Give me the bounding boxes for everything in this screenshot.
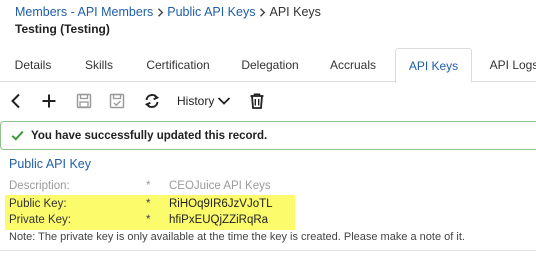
breadcrumb: Members - API Members Public API Keys AP… xyxy=(15,4,321,20)
alert-message: You have successfully updated this recor… xyxy=(31,129,268,142)
save-and-close-icon[interactable] xyxy=(108,91,126,111)
refresh-icon[interactable] xyxy=(142,91,162,111)
chevron-right-icon xyxy=(153,5,167,19)
private-key-row: Private Key: * hfiPxEUQjZZiRqRa xyxy=(9,212,268,228)
public-key-row: Public Key: * RiHOq9IR6JzVJoTL xyxy=(9,196,273,212)
breadcrumb-link-public-api-keys[interactable]: Public API Keys xyxy=(167,5,255,19)
tab-api-keys[interactable]: API Keys xyxy=(395,48,472,83)
chevron-right-icon xyxy=(255,5,269,19)
history-label: History xyxy=(177,94,215,108)
tab-bar: Details Skills Certification Delegation … xyxy=(0,48,536,83)
description-value: CEOJuice API Keys xyxy=(169,180,271,192)
private-key-note: Note: The private key is only available … xyxy=(9,231,465,243)
toolbar: History xyxy=(0,86,536,116)
public-key-label: Public Key: xyxy=(9,198,67,210)
record-title: Testing (Testing) xyxy=(15,22,110,36)
history-dropdown[interactable]: History xyxy=(177,91,231,111)
tab-delegation[interactable]: Delegation xyxy=(234,48,306,82)
add-icon[interactable] xyxy=(40,91,58,111)
private-key-value: hfiPxEUQjZZiRqRa xyxy=(169,214,269,226)
tab-details[interactable]: Details xyxy=(6,48,60,82)
required-marker: * xyxy=(146,180,151,192)
save-icon[interactable] xyxy=(75,91,93,111)
divider xyxy=(0,250,536,251)
success-alert: You have successfully updated this recor… xyxy=(0,121,536,150)
check-icon xyxy=(11,129,25,143)
breadcrumb-link-members[interactable]: Members - API Members xyxy=(15,5,153,19)
tab-api-logs[interactable]: API Logs xyxy=(486,48,536,82)
description-row: Description: * CEOJuice API Keys xyxy=(9,178,271,194)
breadcrumb-current: API Keys xyxy=(269,5,321,19)
description-label: Description: xyxy=(9,180,70,192)
public-key-value: RiHOq9IR6JzVJoTL xyxy=(169,198,273,210)
tab-accruals[interactable]: Accruals xyxy=(322,48,384,82)
required-marker: * xyxy=(146,198,151,210)
tab-skills[interactable]: Skills xyxy=(76,48,122,82)
chevron-down-icon xyxy=(218,97,231,105)
required-marker: * xyxy=(146,214,151,226)
back-icon[interactable] xyxy=(7,91,25,111)
private-key-label: Private Key: xyxy=(9,214,71,226)
delete-icon[interactable] xyxy=(248,91,266,111)
tab-certification[interactable]: Certification xyxy=(138,48,218,82)
section-title: Public API Key xyxy=(9,157,91,171)
